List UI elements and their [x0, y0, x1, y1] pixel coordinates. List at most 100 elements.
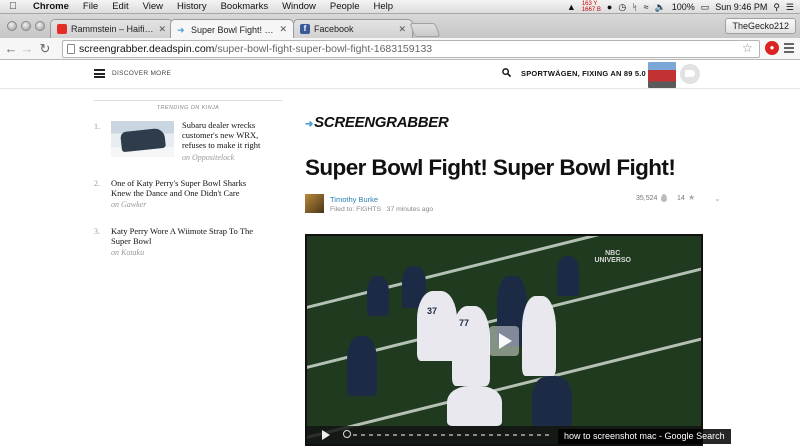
- jersey-number: 37: [427, 306, 438, 316]
- post-time: 37 minutes ago: [386, 206, 434, 213]
- video-player-figure: [447, 386, 502, 426]
- youtube-icon: [57, 24, 67, 34]
- watermark-line-1: NBC: [605, 250, 621, 257]
- brand-name: SCREENGRABBER: [314, 114, 449, 131]
- trending-source-1[interactable]: on Oppositelock: [182, 153, 234, 162]
- promo-thumbnail[interactable]: [648, 62, 676, 88]
- google-drive-icon[interactable]: ▲: [567, 2, 576, 12]
- address-host: screengrabber.deadspin.com: [79, 43, 215, 55]
- back-button[interactable]: ←: [4, 41, 18, 57]
- zoom-window-icon[interactable]: [35, 21, 45, 31]
- reload-button[interactable]: ↻: [38, 41, 52, 57]
- play-icon[interactable]: [322, 430, 330, 440]
- trending-number-1: 1.: [94, 122, 100, 131]
- network-stat-download: 1667 B: [581, 7, 601, 13]
- tab-label: Super Bowl Fight! Super B: [191, 24, 276, 35]
- bookmark-star-icon[interactable]: ☆: [742, 41, 753, 55]
- brand-arrow-icon: ➜: [305, 119, 314, 130]
- notification-icon[interactable]: [680, 64, 700, 84]
- chevron-down-icon[interactable]: ⌄: [714, 194, 721, 203]
- chrome-menu-icon[interactable]: [784, 43, 794, 53]
- extension-icon[interactable]: ●: [765, 41, 779, 55]
- menu-file[interactable]: File: [76, 1, 105, 12]
- bluetooth-icon[interactable]: ᛋ: [632, 2, 637, 12]
- menu-window[interactable]: Window: [275, 1, 323, 12]
- watermark-line-2: UNIVERSO: [594, 257, 631, 264]
- menu-edit[interactable]: Edit: [105, 1, 135, 12]
- trending-title-1[interactable]: Subaru dealer wrecks customer's new WRX,…: [182, 120, 282, 150]
- video-player-figure: [557, 256, 579, 296]
- tab-super-bowl-fight[interactable]: ➜ Super Bowl Fight! Super B ✕: [170, 19, 294, 39]
- nbc-watermark: NBC UNIVERSO: [594, 250, 631, 264]
- close-tab-icon[interactable]: ✕: [398, 24, 406, 35]
- like-count: 14: [677, 195, 685, 202]
- author-link[interactable]: Timothy Burke: [330, 195, 378, 204]
- like-star-icon[interactable]: ★: [688, 193, 695, 202]
- new-tab-button[interactable]: [409, 23, 441, 37]
- people-icon[interactable]: ●: [607, 2, 612, 12]
- video-player-figure: [452, 306, 490, 386]
- address-bar[interactable]: screengrabber.deadspin.com/super-bowl-fi…: [62, 40, 760, 58]
- trending-title-3[interactable]: Katy Perry Wore A Wiimote Strap To The S…: [111, 226, 271, 246]
- video-player-figure: [417, 291, 457, 361]
- trending-source-3[interactable]: on Kotaku: [111, 248, 144, 257]
- search-icon[interactable]: [502, 68, 511, 77]
- video-player[interactable]: 77 37 NBC UNIVERSO: [305, 234, 703, 446]
- close-window-icon[interactable]: [7, 21, 17, 31]
- trending-heading: TRENDING ON KINJA: [94, 100, 282, 111]
- video-player-figure: [367, 276, 389, 316]
- article-headline: Super Bowl Fight! Super Bowl Fight!: [305, 155, 676, 180]
- article-meta: Filed to: FIGHTS 37 minutes ago: [330, 206, 433, 213]
- battery-percent[interactable]: 100%: [672, 2, 695, 12]
- facebook-icon: f: [300, 24, 310, 34]
- tab-label: Rammstein – Haifisch (Offi: [71, 24, 154, 34]
- close-tab-icon[interactable]: ✕: [158, 24, 166, 35]
- profile-button[interactable]: TheGecko212: [725, 18, 796, 34]
- menu-bookmarks[interactable]: Bookmarks: [214, 1, 276, 12]
- forward-button[interactable]: →: [20, 41, 34, 57]
- jersey-number: 77: [459, 318, 470, 328]
- menu-history[interactable]: History: [170, 1, 214, 12]
- view-count: 35,524: [636, 195, 658, 202]
- apple-menu-icon[interactable]: : [0, 1, 26, 12]
- battery-icon[interactable]: ▭: [701, 2, 710, 13]
- menu-people[interactable]: People: [323, 1, 367, 12]
- video-player-figure: [522, 296, 556, 376]
- video-player-figure: [532, 376, 572, 426]
- tab-facebook[interactable]: f Facebook ✕: [293, 19, 413, 38]
- author-avatar[interactable]: [305, 194, 324, 213]
- screengrabber-logo[interactable]: ➜SCREENGRABBER: [305, 114, 449, 131]
- trending-number-3: 3.: [94, 227, 100, 236]
- notification-center-icon[interactable]: ☰: [786, 2, 794, 13]
- discover-more-link[interactable]: DISCOVER MORE: [112, 70, 171, 77]
- browser-toolbar: ← → ↻ screengrabber.deadspin.com/super-b…: [0, 38, 800, 60]
- volume-icon[interactable]: 🔈: [655, 2, 666, 13]
- macos-menu-bar:  Chrome File Edit View History Bookmark…: [0, 0, 800, 14]
- hamburger-menu-icon[interactable]: [94, 69, 105, 78]
- menu-view[interactable]: View: [136, 1, 170, 12]
- clock[interactable]: Sun 9:46 PM: [715, 2, 767, 12]
- spotlight-icon[interactable]: ⚲: [773, 2, 780, 13]
- site-header: DISCOVER MORE SPORTWÄGEN, FIXING AN 89 5…: [0, 61, 800, 89]
- tab-strip: Rammstein – Haifisch (Offi ✕ ➜ Super Bow…: [0, 14, 800, 39]
- trending-title-2[interactable]: One of Katy Perry's Super Bowl Sharks Kn…: [111, 178, 261, 198]
- minimize-window-icon[interactable]: [21, 21, 31, 31]
- wifi-icon[interactable]: ≈: [644, 2, 649, 12]
- trending-number-2: 2.: [94, 179, 100, 188]
- menu-app-name[interactable]: Chrome: [26, 1, 76, 12]
- time-machine-icon[interactable]: ◷: [618, 2, 626, 13]
- play-overlay-button[interactable]: [489, 326, 519, 356]
- header-promo-link[interactable]: SPORTWÄGEN, FIXING AN 89 5.0: [521, 69, 646, 78]
- trending-heading-label: TRENDING ON KINJA: [150, 105, 226, 111]
- close-tab-icon[interactable]: ✕: [279, 24, 287, 35]
- trending-source-2[interactable]: on Gawker: [111, 200, 146, 209]
- status-toast: how to screenshot mac - Google Search: [558, 429, 731, 444]
- menu-help[interactable]: Help: [366, 1, 400, 12]
- tab-rammstein[interactable]: Rammstein – Haifisch (Offi ✕: [50, 19, 173, 38]
- filed-to-label[interactable]: Filed to: FIGHTS: [330, 206, 381, 213]
- trending-thumbnail[interactable]: [111, 121, 174, 157]
- flame-icon: [661, 194, 667, 202]
- progress-track[interactable]: [353, 434, 553, 436]
- video-player-figure: [347, 336, 377, 396]
- scrubber-handle[interactable]: [343, 430, 351, 438]
